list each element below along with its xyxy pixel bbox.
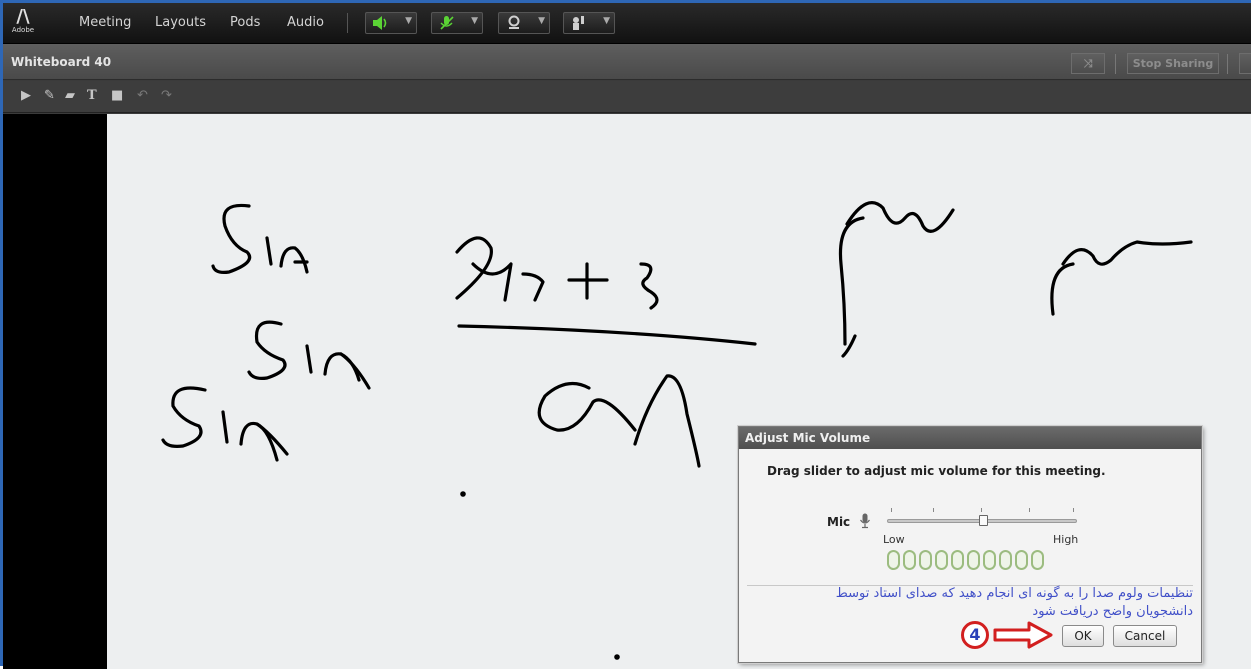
meter-segment xyxy=(919,550,932,570)
ok-button[interactable]: OK xyxy=(1062,625,1104,647)
menu-bar: /\ Adobe Meeting Layouts Pods Audio ▼ ▼ xyxy=(3,3,1251,44)
adobe-logo-icon: /\ xyxy=(16,6,30,27)
text-icon[interactable]: T xyxy=(87,89,97,103)
step-number-badge: 4 xyxy=(961,621,989,649)
pointer-icon: ⤨ xyxy=(1083,57,1093,70)
handwriting-sin-2 xyxy=(247,320,371,390)
menu-audio[interactable]: Audio xyxy=(287,15,324,30)
meter-segment xyxy=(951,550,964,570)
handwriting-sin-3 xyxy=(161,386,289,462)
pod-title: Whiteboard 40 xyxy=(11,55,112,69)
handwriting-numerator xyxy=(455,236,659,310)
meter-segment xyxy=(1031,550,1044,570)
meter-segment xyxy=(967,550,980,570)
chevron-down-icon: ▼ xyxy=(405,16,412,26)
slider-tick xyxy=(1029,508,1030,512)
adobe-connect-window: /\ Adobe Meeting Layouts Pods Audio ▼ ▼ xyxy=(0,0,1251,669)
handwriting-denominator xyxy=(537,374,701,468)
slider-low-label: Low xyxy=(883,533,905,546)
stop-sharing-button[interactable]: Stop Sharing xyxy=(1127,53,1219,74)
pod-title-bar: Whiteboard 40 ⤨ Stop Sharing xyxy=(3,44,1251,80)
dialog-title: Adjust Mic Volume xyxy=(739,427,1201,449)
meter-segment xyxy=(935,550,948,570)
handwriting-sin-1 xyxy=(211,203,309,274)
pod-menu-button[interactable] xyxy=(1239,53,1251,74)
menu-layouts[interactable]: Layouts xyxy=(155,15,206,30)
speaker-button[interactable]: ▼ xyxy=(365,12,417,34)
dialog-instruction: Drag slider to adjust mic volume for thi… xyxy=(767,464,1106,478)
redo-icon[interactable]: ↷ xyxy=(161,89,172,103)
pod-separator xyxy=(1115,54,1116,74)
slider-high-label: High xyxy=(1053,533,1079,546)
menu-pods[interactable]: Pods xyxy=(230,15,260,30)
canvas-margin xyxy=(3,114,107,669)
pencil-icon[interactable]: ✎ xyxy=(44,89,55,103)
pod-separator xyxy=(1227,54,1228,74)
pointer-sync-button[interactable]: ⤨ xyxy=(1071,53,1105,74)
cancel-button[interactable]: Cancel xyxy=(1113,625,1177,647)
speaker-icon xyxy=(373,16,387,30)
microphone-button[interactable]: ▼ xyxy=(431,12,483,34)
meter-segment xyxy=(983,550,996,570)
microphone-icon xyxy=(860,513,870,529)
mic-level-meter xyxy=(887,550,1044,570)
webcam-icon xyxy=(508,15,520,29)
whiteboard-toolbar: ▶ ✎ ▰ T ■ ↶ ↷ xyxy=(3,81,1251,113)
mic-label: Mic xyxy=(827,515,851,529)
menu-meeting[interactable]: Meeting xyxy=(79,15,131,30)
slider-tick xyxy=(933,508,934,512)
adobe-logo: /\ Adobe xyxy=(11,8,35,38)
raise-hand-icon xyxy=(573,16,584,30)
webcam-button[interactable]: ▼ xyxy=(498,12,550,34)
highlighter-icon[interactable]: ▰ xyxy=(65,89,75,103)
raise-hand-button[interactable]: ▼ xyxy=(563,12,615,34)
chevron-down-icon: ▼ xyxy=(471,16,478,26)
chevron-down-icon: ▼ xyxy=(538,16,545,26)
persian-annotation: تنظیمات ولوم صدا را به گونه ای انجام دهی… xyxy=(747,585,1193,621)
meter-segment xyxy=(887,550,900,570)
meter-segment xyxy=(999,550,1012,570)
meter-segment xyxy=(1015,550,1028,570)
adjust-mic-volume-dialog: Adjust Mic Volume Drag slider to adjust … xyxy=(738,426,1202,663)
mic-muted-icon xyxy=(440,16,454,30)
handwriting-right-strokes xyxy=(838,201,1193,358)
adobe-logo-label: Adobe xyxy=(11,26,35,34)
annotation-line-1: تنظیمات ولوم صدا را به گونه ای انجام دهی… xyxy=(835,586,1193,601)
meter-segment xyxy=(903,550,916,570)
mic-volume-slider-thumb[interactable] xyxy=(979,515,988,526)
slider-tick xyxy=(981,508,982,512)
handwriting-fraction-bar xyxy=(457,324,757,346)
red-arrow-icon xyxy=(993,621,1053,649)
slider-tick xyxy=(891,508,892,512)
chevron-down-icon: ▼ xyxy=(603,16,610,26)
mic-volume-slider[interactable] xyxy=(887,515,1077,526)
toolbar-separator xyxy=(347,13,348,33)
rectangle-icon[interactable]: ■ xyxy=(111,89,123,103)
slider-tick xyxy=(1073,508,1074,512)
select-icon[interactable]: ▶ xyxy=(21,89,31,103)
undo-icon[interactable]: ↶ xyxy=(137,89,148,103)
annotation-line-2: دانشجویان واضح دریافت شود xyxy=(1032,604,1193,619)
